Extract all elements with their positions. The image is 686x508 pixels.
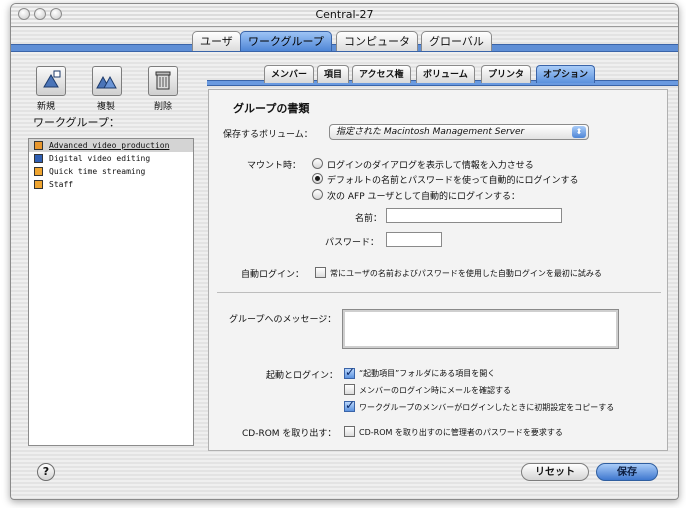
workgroup-list[interactable]: Advanced video production Digital video …	[28, 138, 194, 446]
mount-radio-prompt[interactable]	[312, 158, 323, 169]
window-title: Central-27	[315, 8, 374, 21]
workgroup-icon	[34, 180, 43, 189]
tab-members[interactable]: メンバー	[264, 65, 315, 83]
list-item[interactable]: Quick time streaming	[29, 165, 193, 178]
mount-radio-afp[interactable]	[312, 189, 323, 200]
workgroup-name: Digital video editing	[49, 154, 151, 163]
new-icon	[43, 70, 61, 88]
volume-popup[interactable]: 指定された Macintosh Management Server ⬍	[329, 124, 589, 140]
list-item[interactable]: Advanced video production	[29, 139, 193, 152]
startup-option-preferences: ワークグループのメンバーがログインしたときに初期設定をコピーする	[359, 403, 615, 412]
name-field[interactable]	[386, 208, 562, 223]
auto-login-label: 自動ログイン：	[241, 270, 305, 280]
list-item[interactable]: Staff	[29, 178, 193, 191]
workgroup-name: Staff	[49, 180, 74, 189]
duplicate-label: 複製	[96, 102, 115, 112]
password-field[interactable]	[386, 232, 442, 247]
tab-users[interactable]: ユーザ	[192, 31, 241, 51]
new-label: 新規	[36, 102, 55, 112]
tab-privileges[interactable]: アクセス権	[352, 65, 411, 83]
startup-items-checkbox[interactable]	[344, 365, 355, 379]
mount-label: マウント時：	[247, 161, 302, 171]
save-button[interactable]: 保存	[596, 463, 658, 481]
divider	[217, 292, 661, 293]
workgroup-sidebar: 新規 複製 削除 ワークグループ： Advanced video product…	[28, 61, 203, 451]
mount-option-afp: 次の AFP ユーザとして自動的にログインする：	[327, 192, 521, 202]
tab-computers[interactable]: コンピュータ	[336, 31, 418, 51]
workgroup-name: Advanced video production	[49, 141, 170, 150]
tab-global[interactable]: グローバル	[421, 31, 492, 51]
auto-login-text: 常にユーザの名前およびパスワードを使用した自動ログインを最初に試みる	[330, 269, 602, 278]
group-message-textarea[interactable]	[342, 309, 619, 349]
popup-arrows-icon: ⬍	[572, 126, 586, 138]
check-mail-checkbox[interactable]	[344, 384, 355, 395]
tab-volumes[interactable]: ボリューム	[416, 65, 475, 83]
duplicate-icon	[96, 75, 117, 89]
workgroup-name: Quick time streaming	[49, 167, 146, 176]
options-panel: グループの書類 保存するボリューム： 指定された Macintosh Manag…	[208, 89, 668, 451]
message-label: グループへのメッセージ：	[229, 315, 337, 325]
app-window: Central-27 ユーザ ワークグループ コンピュータ グローバル 新規 複…	[10, 3, 679, 500]
mount-option-prompt: ログインのダイアログを表示して情報を入力させる	[327, 161, 534, 171]
tab-printers[interactable]: プリンタ	[481, 65, 532, 83]
copy-preferences-checkbox[interactable]	[344, 398, 355, 412]
title-bar: Central-27	[11, 4, 678, 27]
workgroup-icon	[34, 154, 43, 163]
workgroup-icon	[34, 167, 43, 176]
cdrom-password-checkbox[interactable]	[344, 426, 355, 437]
new-workgroup-button[interactable]	[36, 66, 66, 96]
help-button[interactable]: ?	[37, 463, 55, 481]
delete-label: 削除	[153, 102, 172, 112]
cdrom-label: CD-ROM を取り出す：	[242, 429, 337, 439]
mount-option-default: デフォルトの名前とパスワードを使って自動的にログインする	[327, 176, 579, 186]
delete-workgroup-button[interactable]	[148, 66, 178, 96]
password-label: パスワード：	[325, 238, 380, 248]
tab-options[interactable]: オプション	[536, 65, 596, 83]
workgroups-label: ワークグループ：	[33, 116, 120, 129]
volume-label: 保存するボリューム：	[223, 130, 313, 140]
tab-items[interactable]: 項目	[317, 65, 350, 83]
name-label: 名前：	[355, 214, 383, 224]
startup-label: 起動とログイン：	[266, 371, 339, 381]
auto-login-checkbox[interactable]	[315, 267, 326, 278]
workgroup-icon	[34, 141, 43, 150]
startup-option-mail: メンバーのログイン時にメールを確認する	[359, 386, 511, 395]
cdrom-text: CD-ROM を取り出すのに管理者のパスワードを要求する	[359, 428, 563, 437]
section-title: グループの書類	[233, 102, 310, 115]
list-item[interactable]: Digital video editing	[29, 152, 193, 165]
startup-option-items: “起動項目”フォルダにある項目を開く	[359, 369, 496, 378]
reset-button[interactable]: リセット	[521, 463, 589, 481]
mount-radio-default[interactable]	[312, 173, 323, 184]
trash-icon	[155, 71, 171, 90]
tab-workgroups[interactable]: ワークグループ	[240, 31, 332, 51]
volume-popup-value: 指定された Macintosh Management Server	[336, 127, 525, 137]
duplicate-workgroup-button[interactable]	[92, 66, 122, 96]
